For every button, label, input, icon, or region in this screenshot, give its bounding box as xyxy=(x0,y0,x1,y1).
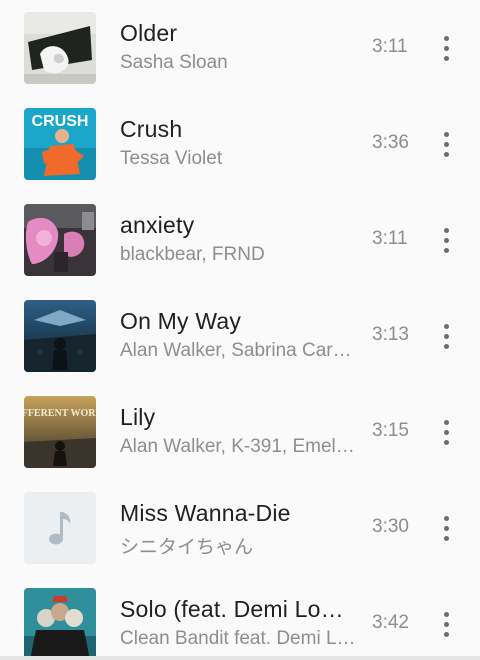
song-title: Miss Wanna-Die xyxy=(120,500,291,526)
song-row[interactable]: anxiety blackbear, FRND 3:11 xyxy=(0,192,480,288)
album-art-on-my-way xyxy=(24,300,96,372)
album-art-text: CRUSH xyxy=(32,113,89,130)
song-duration: 3:36 xyxy=(372,132,409,153)
album-art-placeholder xyxy=(24,492,96,564)
song-title: Older xyxy=(120,20,178,46)
song-row[interactable]: Miss Wanna-Die シニタイちゃん 3:30 xyxy=(0,480,480,576)
song-duration: 3:42 xyxy=(372,612,409,633)
album-art-older xyxy=(24,12,96,84)
more-options-icon[interactable] xyxy=(432,600,462,648)
song-artist: Alan Walker, K-391, Emelie Hollow xyxy=(120,436,356,457)
song-row[interactable]: Solo (feat. Demi Lovato) Clean Bandit fe… xyxy=(0,576,480,660)
more-options-icon[interactable] xyxy=(432,504,462,552)
song-row[interactable]: On My Way Alan Walker, Sabrina Carpenter… xyxy=(0,288,480,384)
more-options-icon[interactable] xyxy=(432,24,462,72)
song-artist: blackbear, FRND xyxy=(120,244,265,265)
song-row[interactable]: Older Sasha Sloan 3:11 xyxy=(0,0,480,96)
song-artist: Sasha Sloan xyxy=(120,52,228,73)
album-art-solo xyxy=(24,588,96,660)
album-art-crush: CRUSH xyxy=(24,108,96,180)
bottom-divider xyxy=(0,656,480,660)
song-duration: 3:15 xyxy=(372,420,409,441)
song-duration: 3:30 xyxy=(372,516,409,537)
song-artist: シニタイちゃん xyxy=(120,537,254,558)
song-duration: 3:13 xyxy=(372,324,409,345)
song-title: Lily xyxy=(120,404,156,430)
song-title: anxiety xyxy=(120,212,195,238)
more-options-icon[interactable] xyxy=(432,216,462,264)
more-options-icon[interactable] xyxy=(432,312,462,360)
song-duration: 3:11 xyxy=(372,36,408,57)
song-duration: 3:11 xyxy=(372,228,408,249)
more-options-icon[interactable] xyxy=(432,408,462,456)
song-row[interactable]: DIFFERENT WORLD Lily Alan Walker, K-391,… xyxy=(0,384,480,480)
song-title: Solo (feat. Demi Lovato) xyxy=(120,596,350,622)
album-art-anxiety xyxy=(24,204,96,276)
song-row[interactable]: CRUSH Crush Tessa Violet 3:36 xyxy=(0,96,480,192)
song-list: Older Sasha Sloan 3:11 CRUSH Crush Tessa… xyxy=(0,0,480,660)
song-artist: Clean Bandit feat. Demi Lovato xyxy=(120,628,356,649)
song-artist: Alan Walker, Sabrina Carpenter, Farruko xyxy=(120,340,356,361)
more-options-icon[interactable] xyxy=(432,120,462,168)
song-title: Crush xyxy=(120,116,183,142)
album-art-text: DIFFERENT WORLD xyxy=(24,408,96,419)
song-title: On My Way xyxy=(120,308,242,334)
album-art-lily: DIFFERENT WORLD xyxy=(24,396,96,468)
song-artist: Tessa Violet xyxy=(120,148,223,169)
